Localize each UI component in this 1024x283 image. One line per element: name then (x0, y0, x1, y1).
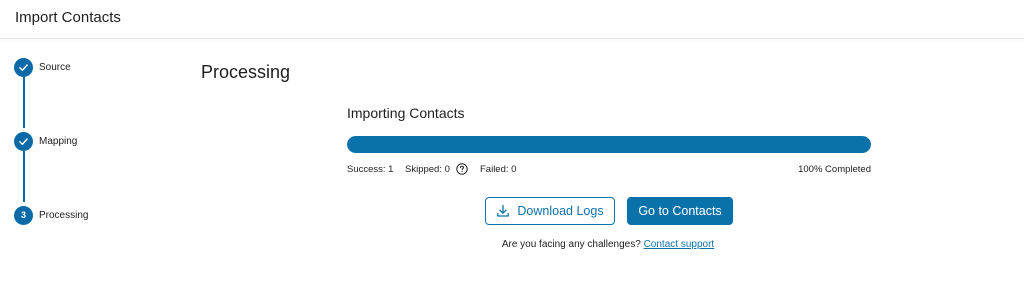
question-circle-icon[interactable] (456, 163, 468, 175)
stat-success: Success: 1 (347, 164, 394, 175)
download-logs-label: Download Logs (517, 204, 604, 218)
support-line: Are you facing any challenges? Contact s… (0, 239, 1024, 250)
step-connector (23, 151, 25, 202)
go-to-contacts-label: Go to Contacts (638, 204, 722, 218)
step-connector (23, 77, 25, 128)
stat-failed: Failed: 0 (480, 164, 517, 175)
progress-bar (347, 136, 871, 153)
section-title: Importing Contacts (347, 105, 465, 121)
step-label-source: Source (39, 62, 71, 73)
page-title: Processing (201, 62, 291, 82)
step-number: 3 (20, 210, 26, 220)
top-bar: Import Contacts (0, 0, 1024, 39)
progress-bar-fill (347, 136, 871, 153)
download-logs-button[interactable]: Download Logs (485, 197, 615, 225)
contact-support-link[interactable]: Contact support (644, 239, 715, 250)
support-text: Are you facing any challenges? (501, 239, 641, 250)
step-number-badge: 3 (14, 206, 33, 225)
download-icon (496, 204, 510, 218)
step-label-mapping: Mapping (39, 136, 78, 147)
go-to-contacts-button[interactable]: Go to Contacts (627, 197, 733, 225)
page-header-title: Import Contacts (15, 9, 121, 26)
stat-skipped: Skipped: 0 (405, 164, 450, 175)
check-icon (14, 132, 33, 151)
progress-percent-label: 100% Completed (798, 164, 871, 175)
check-icon (14, 58, 33, 77)
import-stats: Success: 1 Skipped: 0 Failed: 0 100% Com… (347, 163, 871, 177)
step-label-processing: Processing (39, 210, 89, 221)
import-stepper: Source Mapping 3 Processing (14, 58, 164, 238)
